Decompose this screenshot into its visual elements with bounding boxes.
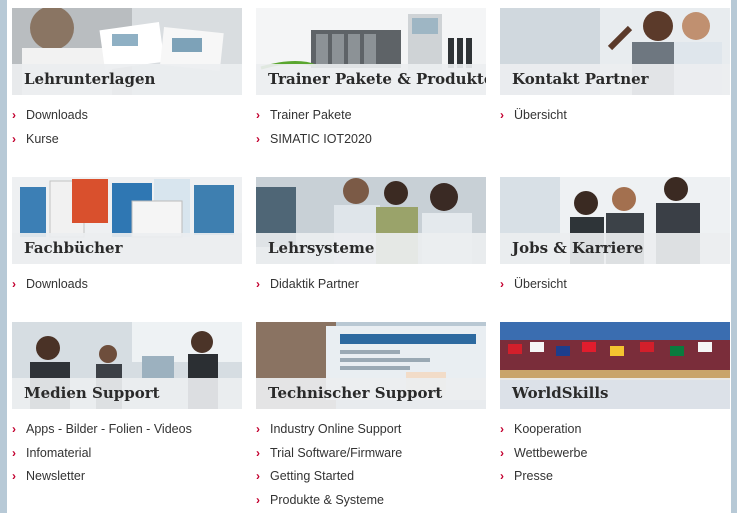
link-list: › Downloads › Kurse — [12, 104, 247, 151]
chevron-right-icon: › — [12, 469, 16, 483]
link-list: › Übersicht — [500, 273, 735, 297]
tile-title[interactable]: Jobs & Karriere — [500, 233, 730, 264]
chevron-right-icon: › — [12, 445, 16, 460]
tile-title[interactable]: Lehrsysteme — [256, 233, 486, 264]
chevron-right-icon: › — [500, 469, 504, 483]
link-item[interactable]: › Übersicht — [500, 104, 735, 128]
link-list: › Trainer Pakete › SIMATIC IOT2020 — [256, 104, 491, 151]
tile-image-lehrunterlagen[interactable]: Lehrunterlagen — [12, 8, 242, 95]
page-frame: Lehrunterlagen › Downloads › Kurse Train… — [0, 0, 737, 513]
tile-image-technischer-support[interactable]: Technischer Support — [256, 322, 486, 409]
link-list: › Industry Online Support › Trial Software… — [256, 418, 491, 512]
link-list: › Übersicht — [500, 104, 735, 128]
chevron-right-icon: › — [256, 445, 260, 460]
chevron-right-icon: › — [256, 277, 260, 291]
tile-title[interactable]: Technischer Support — [256, 378, 486, 409]
link-item[interactable]: › Kurse — [12, 128, 247, 152]
tile-image-trainer-pakete[interactable]: Trainer Pakete & Produkte — [256, 8, 486, 95]
chevron-right-icon: › — [500, 277, 504, 291]
tile-image-worldskills[interactable]: WorldSkills — [500, 322, 730, 409]
tile-image-jobs-karriere[interactable]: Jobs & Karriere — [500, 177, 730, 264]
tile-image-medien-support[interactable]: Medien Support — [12, 322, 242, 409]
tile-image-fachbuecher[interactable]: Fachbücher — [12, 177, 242, 264]
tile-title[interactable]: WorldSkills — [500, 378, 730, 409]
link-item[interactable]: › Trial Software/Firmware — [256, 442, 491, 466]
link-item[interactable]: › Getting Started — [256, 465, 491, 489]
chevron-right-icon: › — [12, 131, 16, 146]
link-item[interactable]: › Kooperation — [500, 418, 735, 442]
chevron-right-icon: › — [256, 108, 260, 122]
content-panel: Lehrunterlagen › Downloads › Kurse Train… — [7, 0, 731, 513]
chevron-right-icon: › — [256, 469, 260, 483]
tile-image-lehrsysteme[interactable]: Lehrsysteme — [256, 177, 486, 264]
link-item[interactable]: › Downloads — [12, 273, 247, 297]
link-item[interactable]: › Downloads — [12, 104, 247, 128]
tile-title[interactable]: Fachbücher — [12, 233, 242, 264]
tile-title[interactable]: Lehrunterlagen — [12, 64, 242, 95]
link-item[interactable]: › Infomaterial — [12, 442, 247, 466]
chevron-right-icon: › — [12, 422, 16, 436]
link-item[interactable]: › SIMATIC IOT2020 — [256, 128, 491, 152]
chevron-right-icon: › — [256, 492, 260, 507]
tile-title[interactable]: Kontakt Partner — [500, 64, 730, 95]
link-item[interactable]: › Produkte & Systeme — [256, 489, 491, 513]
chevron-right-icon: › — [500, 445, 504, 460]
link-item[interactable]: › Apps - Bilder - Folien - Videos — [12, 418, 247, 442]
chevron-right-icon: › — [12, 108, 16, 122]
link-list: › Didaktik Partner — [256, 273, 491, 297]
link-list: › Apps - Bilder - Folien - Videos › Infoma… — [12, 418, 247, 489]
link-list: › Kooperation › Wettbewerbe › Presse — [500, 418, 735, 489]
link-item[interactable]: › Newsletter — [12, 465, 247, 489]
chevron-right-icon: › — [500, 108, 504, 122]
link-item[interactable]: › Industry Online Support — [256, 418, 491, 442]
tile-title[interactable]: Medien Support — [12, 378, 242, 409]
link-list: › Downloads — [12, 273, 247, 297]
chevron-right-icon: › — [500, 422, 504, 436]
link-item[interactable]: › Didaktik Partner — [256, 273, 491, 297]
link-item[interactable]: › Trainer Pakete — [256, 104, 491, 128]
tile-image-kontakt-partner[interactable]: Kontakt Partner — [500, 8, 730, 95]
chevron-right-icon: › — [256, 422, 260, 436]
link-item[interactable]: › Presse — [500, 465, 735, 489]
link-item[interactable]: › Übersicht — [500, 273, 735, 297]
tile-title[interactable]: Trainer Pakete & Produkte — [256, 64, 486, 95]
chevron-right-icon: › — [12, 277, 16, 291]
chevron-right-icon: › — [256, 131, 260, 146]
link-item[interactable]: › Wettbewerbe — [500, 442, 735, 466]
